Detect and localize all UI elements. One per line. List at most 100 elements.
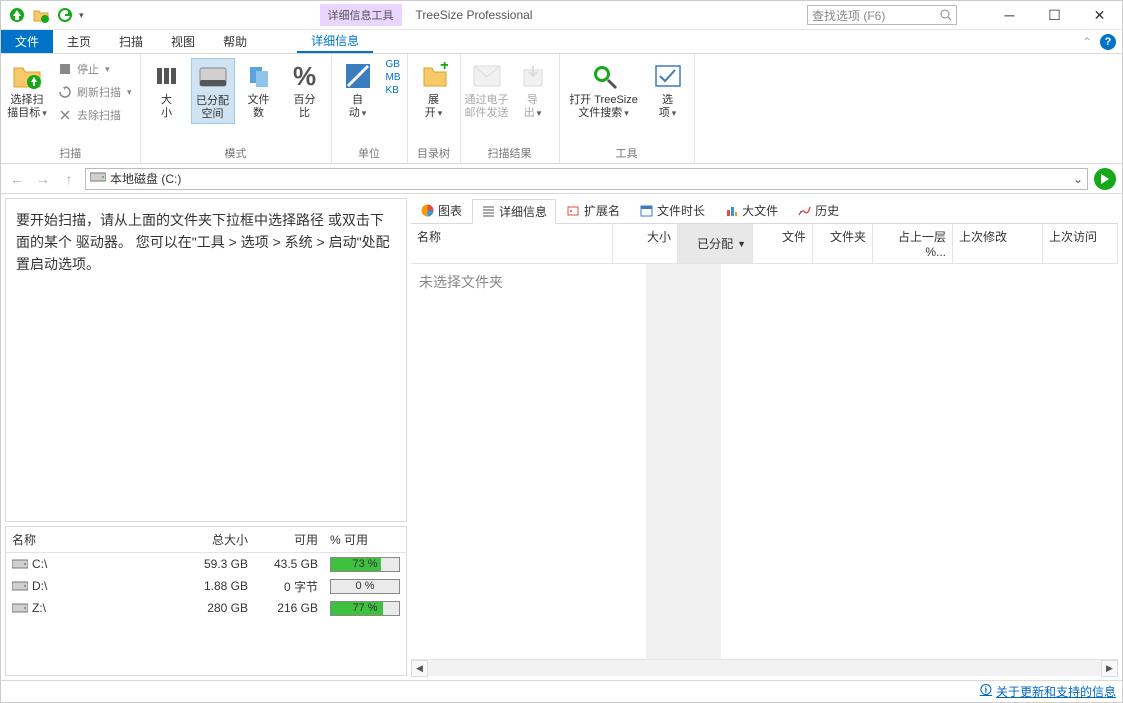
nav-forward-button[interactable]: → bbox=[33, 169, 53, 189]
remove-icon bbox=[57, 107, 73, 123]
drives-panel: 名称 总大小 可用 % 可用 C:\ 59.3 GB 43.5 GB 73 % … bbox=[5, 526, 407, 676]
svg-text:+: + bbox=[440, 62, 448, 74]
ruler-icon bbox=[342, 60, 374, 92]
select-scan-target-button[interactable]: 选择扫 描目标 bbox=[5, 58, 49, 122]
scroll-left-button[interactable]: ◀ bbox=[411, 660, 428, 677]
app-icon bbox=[7, 5, 27, 25]
ribbon: 选择扫 描目标 停止▾ 刷新扫描▾ 去除扫描 bbox=[1, 54, 1122, 164]
drive-col-avail[interactable]: 可用 bbox=[254, 527, 324, 552]
files-icon bbox=[243, 60, 275, 92]
ext-icon bbox=[566, 204, 580, 218]
drive-list-header: 名称 总大小 可用 % 可用 bbox=[6, 527, 406, 553]
nav-up-button[interactable]: ↑ bbox=[59, 169, 79, 189]
stop-icon bbox=[57, 61, 73, 77]
ribbon-group-mode-label: 模式 bbox=[145, 143, 327, 163]
detail-tab-details[interactable]: 详细信息 bbox=[472, 199, 556, 224]
col-size[interactable]: 大小 bbox=[613, 224, 678, 263]
mode-percent-button[interactable]: % 百分 比 bbox=[283, 58, 327, 122]
unit-auto-button[interactable]: 自 动 bbox=[336, 58, 380, 122]
detail-tab-age[interactable]: 文件时长 bbox=[630, 198, 714, 223]
drive-row[interactable]: C:\ 59.3 GB 43.5 GB 73 % bbox=[6, 553, 406, 575]
go-scan-button[interactable] bbox=[1094, 168, 1116, 190]
unit-kb[interactable]: KB bbox=[384, 84, 403, 97]
navigation-bar: ← → ↑ 本地磁盘 (C:) ⌄ bbox=[1, 164, 1122, 194]
drive-col-total[interactable]: 总大小 bbox=[184, 527, 254, 552]
horizontal-scrollbar[interactable]: ◀ ▶ bbox=[411, 659, 1118, 676]
address-dropdown-icon[interactable]: ⌄ bbox=[1073, 172, 1083, 186]
email-button[interactable]: 通过电子 邮件发送 bbox=[465, 58, 509, 122]
col-acc[interactable]: 上次访问 bbox=[1043, 224, 1118, 263]
maximize-button[interactable]: ☐ bbox=[1032, 1, 1077, 30]
detail-tab-chart[interactable]: 图表 bbox=[411, 198, 471, 223]
col-mod[interactable]: 上次修改 bbox=[953, 224, 1043, 263]
qat-folder-icon[interactable] bbox=[31, 5, 51, 25]
options-button[interactable]: 选 项 bbox=[646, 58, 690, 122]
percent-icon: % bbox=[289, 60, 321, 92]
detail-tab-history[interactable]: 历史 bbox=[788, 198, 848, 223]
tab-details[interactable]: 详细信息 bbox=[297, 30, 373, 53]
mode-filecount-button[interactable]: 文件 数 bbox=[237, 58, 281, 122]
remove-scan-button[interactable]: 去除扫描 bbox=[53, 104, 136, 126]
export-button[interactable]: 导 出 bbox=[511, 58, 555, 122]
search-options-box[interactable]: 查找选项 (F6) bbox=[807, 5, 957, 25]
ribbon-group-tools-label: 工具 bbox=[564, 143, 690, 163]
tab-help[interactable]: 帮助 bbox=[209, 30, 261, 53]
tab-file[interactable]: 文件 bbox=[1, 30, 53, 53]
instructions-text: 要开始扫描，请从上面的文件夹下拉框中选择路径 或双击下面的某个 驱动器。 您可以… bbox=[16, 212, 390, 272]
mode-size-button[interactable]: 大 小 bbox=[145, 58, 189, 122]
tab-home[interactable]: 主页 bbox=[53, 30, 105, 53]
close-button[interactable]: ✕ bbox=[1077, 1, 1122, 30]
expand-tree-icon: + bbox=[418, 60, 450, 92]
info-icon: 🛈 bbox=[980, 681, 992, 702]
detail-tab-big[interactable]: 大文件 bbox=[715, 198, 787, 223]
search-app-icon bbox=[588, 60, 620, 92]
col-files[interactable]: 文件 bbox=[753, 224, 813, 263]
open-file-search-button[interactable]: 打开 TreeSize 文件搜索 bbox=[564, 58, 644, 122]
help-icon[interactable]: ? bbox=[1100, 34, 1116, 50]
checkbox-icon bbox=[652, 60, 684, 92]
col-name[interactable]: 名称 bbox=[411, 224, 613, 263]
drive-icon bbox=[90, 171, 106, 187]
tab-scan[interactable]: 扫描 bbox=[105, 30, 157, 53]
mode-allocated-button[interactable]: 已分配 空间 bbox=[191, 58, 235, 124]
qat-refresh-icon[interactable] bbox=[55, 5, 75, 25]
minimize-button[interactable]: ─ bbox=[987, 1, 1032, 30]
drive-col-pct[interactable]: % 可用 bbox=[324, 527, 406, 552]
collapse-ribbon-icon[interactable]: ⌃ bbox=[1082, 35, 1092, 49]
search-icon bbox=[940, 9, 952, 21]
unit-gb[interactable]: GB bbox=[384, 58, 403, 71]
drive-row[interactable]: D:\ 1.88 GB 0 字节 0 % bbox=[6, 575, 406, 597]
col-alloc[interactable]: 已分配▼ bbox=[678, 224, 753, 263]
no-folder-selected-text: 未选择文件夹 bbox=[411, 264, 1118, 300]
detail-tabs: 图表 详细信息 扩展名 文件时长 大文件 bbox=[411, 198, 1118, 224]
unit-mb[interactable]: MB bbox=[384, 71, 403, 84]
drive-row[interactable]: Z:\ 280 GB 216 GB 77 % bbox=[6, 597, 406, 619]
address-text: 本地磁盘 (C:) bbox=[110, 170, 181, 187]
drive-col-name[interactable]: 名称 bbox=[6, 527, 184, 552]
tab-view[interactable]: 视图 bbox=[157, 30, 209, 53]
ribbon-group-tree-label: 目录树 bbox=[412, 143, 456, 163]
address-bar[interactable]: 本地磁盘 (C:) ⌄ bbox=[85, 168, 1088, 190]
pie-icon bbox=[420, 204, 434, 218]
qat-dropdown[interactable]: ▾ bbox=[79, 10, 84, 21]
export-icon bbox=[517, 60, 549, 92]
col-pct[interactable]: 占上一层 %... bbox=[873, 224, 953, 263]
ribbon-group-unit-label: 单位 bbox=[336, 143, 403, 163]
statusbar: 🛈 关于更新和支持的信息 bbox=[1, 680, 1122, 702]
stop-scan-button[interactable]: 停止▾ bbox=[53, 58, 136, 80]
app-title: TreeSize Professional bbox=[416, 8, 533, 22]
instructions-panel: 要开始扫描，请从上面的文件夹下拉框中选择路径 或双击下面的某个 驱动器。 您可以… bbox=[5, 198, 407, 522]
expand-button[interactable]: + 展 开 bbox=[412, 58, 456, 122]
refresh-scan-button[interactable]: 刷新扫描▾ bbox=[53, 81, 136, 103]
detail-columns-header: 名称 大小 已分配▼ 文件 文件夹 占上一层 %... 上次修改 上次访问 bbox=[411, 224, 1118, 264]
nav-back-button[interactable]: ← bbox=[7, 169, 27, 189]
detail-body: 未选择文件夹 bbox=[411, 264, 1118, 659]
detail-tab-ext[interactable]: 扩展名 bbox=[557, 198, 629, 223]
update-support-link[interactable]: 🛈 关于更新和支持的信息 bbox=[980, 681, 1116, 702]
titlebar: ▾ 详细信息工具 TreeSize Professional 查找选项 (F6)… bbox=[1, 1, 1122, 30]
col-folders[interactable]: 文件夹 bbox=[813, 224, 873, 263]
scroll-right-button[interactable]: ▶ bbox=[1101, 660, 1118, 677]
calendar-icon bbox=[639, 204, 653, 218]
envelope-icon bbox=[471, 60, 503, 92]
list-icon bbox=[481, 205, 495, 219]
